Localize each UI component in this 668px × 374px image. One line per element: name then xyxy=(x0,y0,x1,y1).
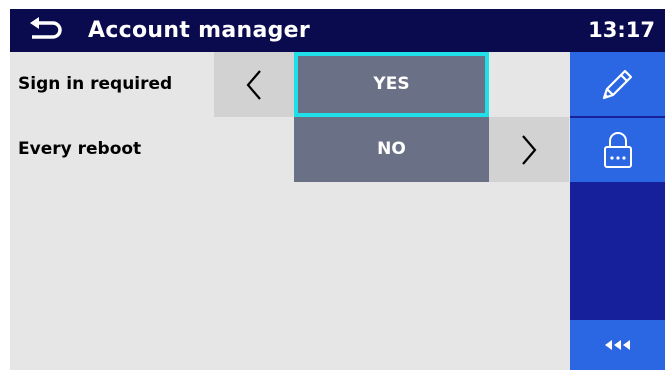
next-value-button[interactable] xyxy=(489,117,569,182)
setting-value-field[interactable]: NO xyxy=(294,117,489,182)
header-bar: Account manager 13:17 xyxy=(10,9,665,52)
pencil-icon xyxy=(602,69,632,100)
clock-time: 13:17 xyxy=(588,18,655,42)
chevron-left-icon xyxy=(246,70,261,100)
more-options-button[interactable] xyxy=(570,320,665,370)
setting-label: Every reboot xyxy=(18,139,142,159)
padlock-icon xyxy=(603,132,632,168)
lock-button[interactable] xyxy=(570,118,665,182)
setting-value-field[interactable]: YES xyxy=(294,52,489,117)
setting-row-every-reboot: Every reboot NO xyxy=(10,117,570,182)
setting-row-sign-in-required: Sign in required YES xyxy=(10,52,570,117)
setting-label: Sign in required xyxy=(18,74,173,94)
screen: Account manager 13:17 Sign in required Y… xyxy=(10,9,665,370)
back-arrow-icon[interactable] xyxy=(28,17,64,43)
triple-left-arrow-icon xyxy=(604,340,630,350)
chevron-right-icon xyxy=(522,135,537,165)
side-panel xyxy=(570,52,665,370)
previous-value-button[interactable] xyxy=(214,52,294,117)
edit-button[interactable] xyxy=(570,52,665,116)
page-title: Account manager xyxy=(88,18,311,43)
